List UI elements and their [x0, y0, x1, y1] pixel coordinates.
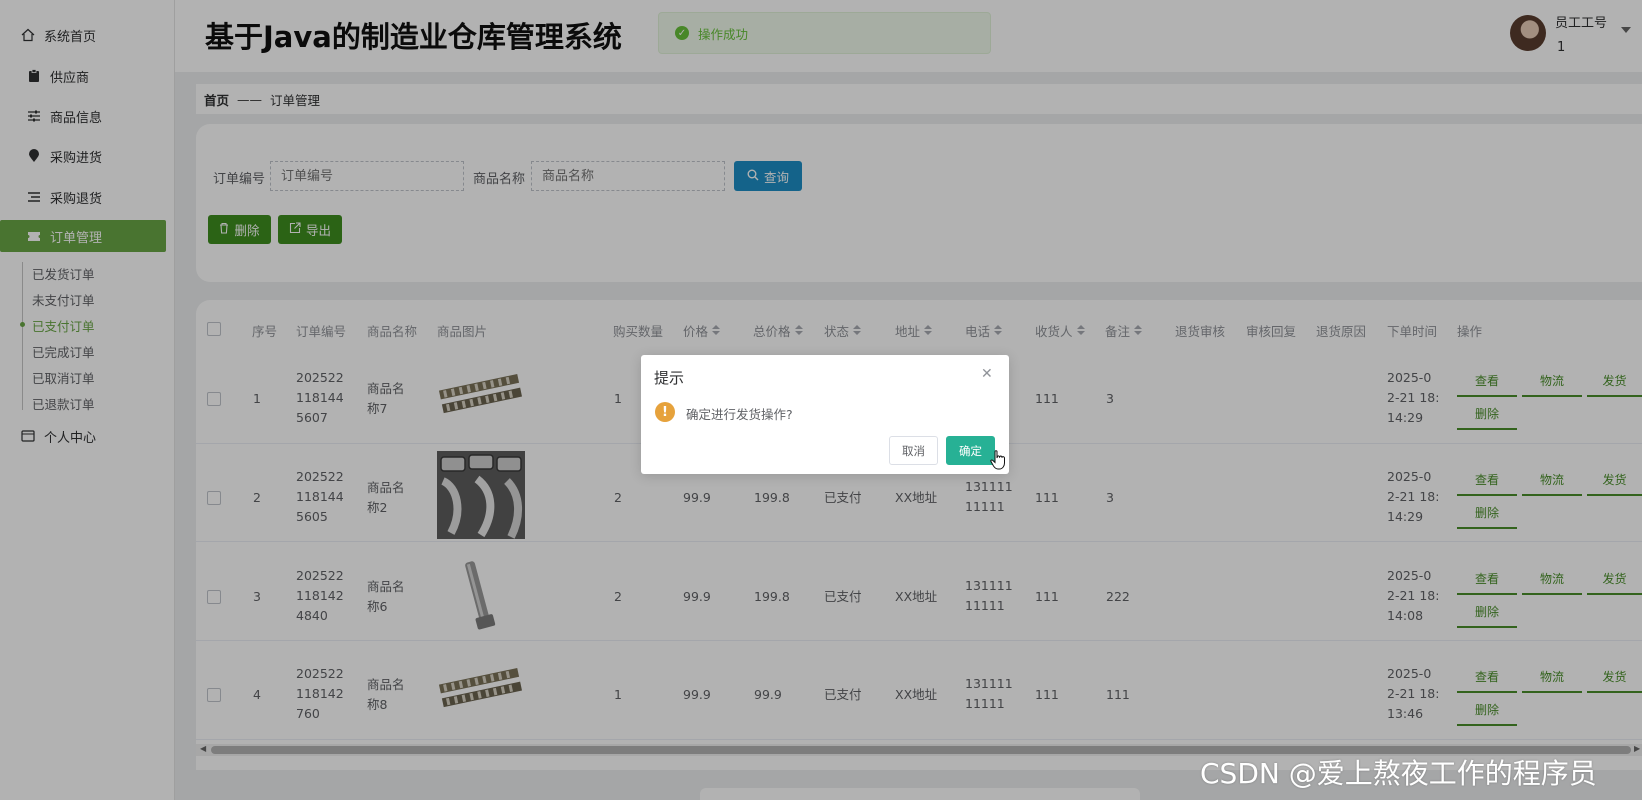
- watermark: CSDN @爱上熬夜工作的程序员: [1200, 757, 1597, 790]
- dialog-message: 确定进行发货操作?: [686, 407, 793, 422]
- close-icon[interactable]: ✕: [981, 366, 993, 382]
- hand-cursor-icon: [990, 450, 1006, 475]
- confirm-dialog: 提示 ✕ ! 确定进行发货操作? 取消 确定: [641, 355, 1009, 474]
- cancel-button[interactable]: 取消: [889, 436, 938, 465]
- warning-icon: !: [655, 402, 675, 422]
- dialog-title: 提示: [654, 369, 685, 387]
- confirm-button[interactable]: 确定: [946, 436, 995, 465]
